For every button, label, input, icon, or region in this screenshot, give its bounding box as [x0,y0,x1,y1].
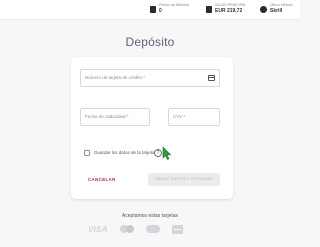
cvv-field[interactable]: CVV * [168,108,220,126]
last-method-stat[interactable]: Último Método Skrill [260,3,293,17]
loyalty-points-label: Puntos de fidelidad [159,3,189,7]
main-balance-value: EUR 219,72 [215,8,243,14]
add-card-continue-button[interactable]: AÑADIR TARJETA Y CONTINUAR [148,173,220,186]
expiry-date-field[interactable]: Fecha de caducidad * [80,108,150,126]
card-number-placeholder: Número de tarjeta de crédito * [85,75,146,80]
cancel-button[interactable]: CANCELAR [88,177,116,182]
accepted-cards-logos: VISA [88,224,183,234]
cvv-placeholder: CVV * [173,114,186,119]
expiry-date-placeholder: Fecha de caducidad * [85,114,129,119]
loyalty-icon [150,6,156,13]
accepted-cards-label: Aceptamos estas tarjetas [121,213,179,219]
mouse-cursor-icon [162,146,172,160]
top-header: Puntos de fidelidad 0 SALDO PRINCIPAL EU… [0,0,300,20]
credit-card-icon [208,75,215,81]
method-icon [260,6,267,13]
save-card-checkbox[interactable] [84,150,90,156]
maestro-logo-icon [145,225,160,233]
help-icon[interactable]: ? [154,149,162,157]
visa-logo-icon: VISA [88,224,108,234]
main-balance-stat[interactable]: SALDO PRINCIPAL EUR 219,72 [206,3,246,17]
save-card-label[interactable]: Guardar los datos de la tarjeta [94,150,155,155]
wallet-icon [206,6,212,13]
page-title: Depósito [125,35,175,49]
mastercard-logo-icon [119,225,134,233]
card-number-field[interactable]: Número de tarjeta de crédito * [80,69,220,87]
loyalty-points-stat[interactable]: Puntos de fidelidad 0 [150,3,189,17]
generic-card-logo-icon [171,224,183,234]
last-method-value: Skrill [270,8,283,14]
loyalty-points-value: 0 [159,8,162,14]
